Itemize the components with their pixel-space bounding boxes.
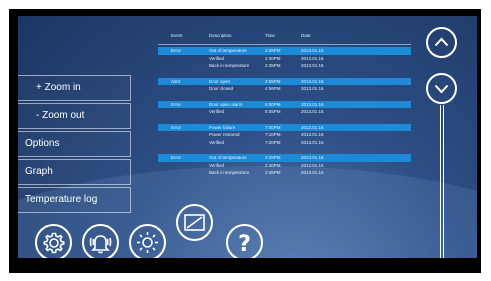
table-row[interactable]: Back in temperature 2:35PM 2013.01.16 xyxy=(158,62,411,70)
options-button[interactable]: Options xyxy=(18,131,131,157)
cell-date: 2013.01.16 xyxy=(301,139,324,145)
cell-description: Door open alarm xyxy=(209,101,243,107)
cell-event: Alert xyxy=(171,78,181,84)
cell-time: 2:28PM xyxy=(265,155,281,160)
cell-description: Door open xyxy=(209,78,231,84)
cell-date: 2013.01.16 xyxy=(301,132,324,137)
table-row[interactable]: Error Door open alarm 5:00PM 2013.01.16 xyxy=(158,100,411,108)
cell-time: 7:10PM xyxy=(265,132,281,137)
display-button[interactable] xyxy=(176,204,213,241)
header-divider xyxy=(158,44,411,45)
cell-date: 2013.01.16 xyxy=(301,155,324,160)
cell-date: 2013.01.16 xyxy=(301,101,324,107)
settings-button[interactable] xyxy=(35,224,72,258)
cell-time: 2:30PM xyxy=(265,162,281,168)
cell-date: 2013.01.16 xyxy=(301,48,324,53)
cell-date: 2013.01.16 xyxy=(301,63,324,68)
table-row[interactable]: Alert Door open 4:55PM 2013.01.16 xyxy=(158,77,411,85)
table-row[interactable]: Door closed 4:56PM 2013.01.16 xyxy=(158,85,411,93)
cell-time: 4:55PM xyxy=(265,78,281,84)
column-header: Date xyxy=(301,33,311,38)
display-icon xyxy=(184,214,205,231)
table-row[interactable]: Verified 7:20PM 2013.01.16 xyxy=(158,139,411,147)
cell-description: Verified xyxy=(209,55,225,61)
table-row[interactable]: Error Power failure 7:00PM 2013.01.16 xyxy=(158,123,411,131)
cell-description: Door closed xyxy=(209,86,234,91)
cell-date: 2013.01.16 xyxy=(301,86,324,91)
cell-date: 2013.01.16 xyxy=(301,170,324,175)
scrollbar[interactable] xyxy=(440,105,444,258)
cell-description: Back in temperature xyxy=(209,63,250,68)
cell-time: 2:30PM xyxy=(265,55,281,61)
screen: + Zoom in - Zoom out Options Graph Tempe… xyxy=(18,16,477,258)
help-glyph: ? xyxy=(238,232,251,257)
cell-time: 7:20PM xyxy=(265,139,281,145)
brightness-button[interactable] xyxy=(129,224,166,258)
cell-event: Error xyxy=(171,124,181,130)
cell-date: 2013.01.16 xyxy=(301,162,324,168)
cell-description: Verified xyxy=(209,162,225,168)
table-row[interactable]: Error Out of temperature 2:28PM 2013.01.16 xyxy=(158,47,411,55)
temperature-log-button[interactable]: Temperature log xyxy=(18,187,131,213)
column-header: Event xyxy=(171,33,183,38)
zoom-in-button[interactable]: + Zoom in xyxy=(18,75,131,101)
cell-time: 2:28PM xyxy=(265,48,281,53)
gear-icon xyxy=(43,232,65,254)
cell-time: 5:05PM xyxy=(265,109,281,114)
table-row[interactable]: Error Out of temperature 2:28PM 2013.01.16 xyxy=(158,154,411,162)
cell-time: 7:00PM xyxy=(265,124,281,130)
table-row[interactable]: Power restored 7:10PM 2013.01.16 xyxy=(158,131,411,139)
cell-event: Error xyxy=(171,101,181,107)
cell-date: 2013.01.16 xyxy=(301,109,324,114)
cell-time: 4:56PM xyxy=(265,86,281,91)
cell-date: 2013.01.16 xyxy=(301,55,324,61)
cell-time: 5:00PM xyxy=(265,101,281,107)
cell-date: 2013.01.16 xyxy=(301,124,324,130)
table-row[interactable]: Back in temperature 2:35PM 2013.01.16 xyxy=(158,169,411,177)
scroll-down-button[interactable] xyxy=(426,73,457,104)
cell-description: Power restored xyxy=(209,132,240,137)
chevron-down-icon xyxy=(434,84,449,94)
side-menu: + Zoom in - Zoom out Options Graph Tempe… xyxy=(18,75,131,215)
table-row[interactable]: Verified 2:30PM 2013.01.16 xyxy=(158,55,411,63)
alarm-button[interactable] xyxy=(82,224,119,258)
scroll-up-button[interactable] xyxy=(426,27,457,58)
cell-time: 2:35PM xyxy=(265,170,281,175)
question-mark-icon: ? xyxy=(238,232,251,257)
cell-description: Out of temperature xyxy=(209,155,247,160)
cell-description: Out of temperature xyxy=(209,48,247,53)
help-button[interactable]: ? xyxy=(226,224,263,258)
event-log-table: Event Description Time Date Error Out of temp… xyxy=(158,33,411,185)
cell-description: Back in temperature xyxy=(209,170,250,175)
cell-date: 2013.01.16 xyxy=(301,78,324,84)
cell-description: Verified xyxy=(209,109,225,114)
cell-event: Error xyxy=(171,48,181,53)
table-row[interactable]: Verified 5:05PM 2013.01.16 xyxy=(158,108,411,116)
cell-time: 2:35PM xyxy=(265,63,281,68)
chevron-up-icon xyxy=(434,37,449,47)
column-header: Time xyxy=(265,33,275,38)
graph-button[interactable]: Graph xyxy=(18,159,131,185)
sun-icon xyxy=(137,232,158,253)
table-row[interactable]: Verified 2:30PM 2013.01.16 xyxy=(158,162,411,170)
table-header: Event Description Time Date xyxy=(158,33,411,44)
bell-icon xyxy=(89,235,112,254)
zoom-out-button[interactable]: - Zoom out xyxy=(18,103,131,129)
cell-description: Verified xyxy=(209,139,225,145)
column-header: Description xyxy=(209,33,232,38)
cell-event: Error xyxy=(171,155,181,160)
cell-description: Power failure xyxy=(209,124,236,130)
